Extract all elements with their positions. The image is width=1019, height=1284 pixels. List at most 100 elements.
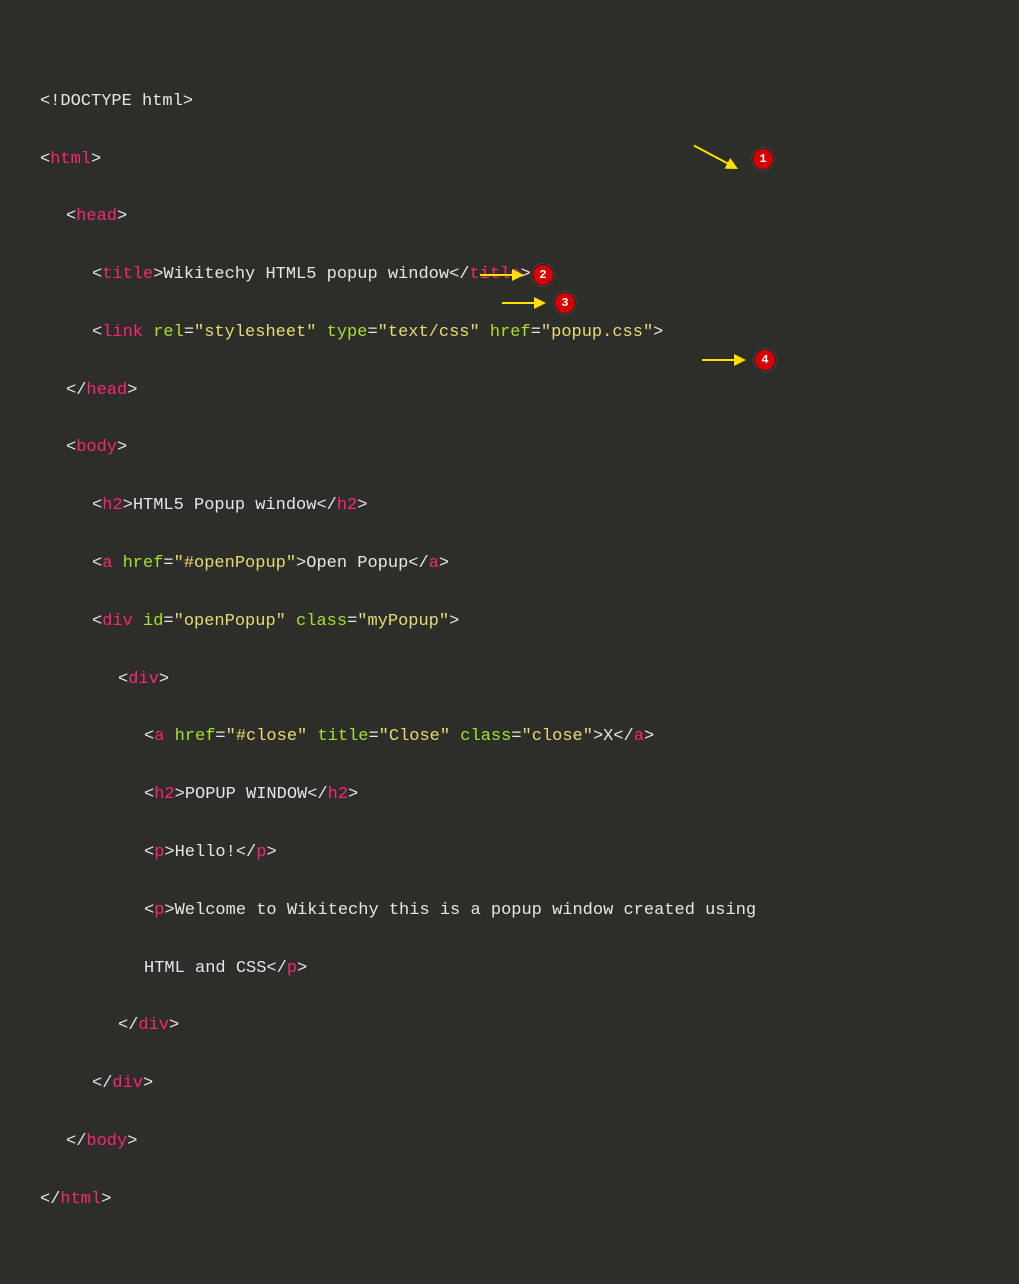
bracket: <: [40, 150, 50, 169]
bracket: >: [101, 1190, 111, 1209]
attr-name: href: [175, 727, 216, 746]
bracket: </: [236, 843, 256, 862]
tag-name: body: [76, 438, 117, 457]
annotation-badge: 3: [554, 292, 576, 314]
eq: =: [215, 727, 225, 746]
arrow-icon: [480, 274, 524, 276]
attr-name: class: [460, 727, 511, 746]
code-text: Hello!: [175, 843, 236, 862]
bracket: >: [449, 612, 459, 631]
code-text: Open Popup: [306, 554, 408, 573]
attr-val: "Close": [379, 727, 450, 746]
bracket: >: [175, 785, 185, 804]
bracket: >: [117, 207, 127, 226]
annotation-badge: 4: [754, 349, 776, 371]
annotation-1: 1: [690, 144, 774, 174]
space: [316, 323, 326, 342]
tag-name: a: [429, 554, 439, 573]
bracket: >: [644, 727, 654, 746]
tag-name: p: [154, 901, 164, 920]
tag-name: head: [76, 207, 117, 226]
eq: =: [367, 323, 377, 342]
code-text: HTML and CSS: [144, 959, 266, 978]
tag-name: html: [50, 150, 91, 169]
arrow-icon: [686, 134, 744, 184]
attr-name: title: [317, 727, 368, 746]
eq: =: [347, 612, 357, 631]
code-text: Wikitechy HTML5 popup window: [163, 265, 449, 284]
arrow-icon: [702, 359, 746, 361]
tag-name: div: [102, 612, 133, 631]
bracket: >: [297, 959, 307, 978]
attr-val: "popup.css": [541, 323, 653, 342]
space: [143, 323, 153, 342]
bracket: >: [153, 265, 163, 284]
eq: =: [511, 727, 521, 746]
attr-name: href: [490, 323, 531, 342]
attr-name: href: [123, 554, 164, 573]
code-text: Welcome to Wikitechy this is a popup win…: [175, 901, 757, 920]
tag-name: div: [128, 670, 159, 689]
annotation-badge: 1: [752, 148, 774, 170]
bracket: </: [266, 959, 286, 978]
annotation-badge: 2: [532, 264, 554, 286]
bracket: >: [127, 381, 137, 400]
bracket: <: [118, 670, 128, 689]
bracket: </: [66, 1132, 86, 1151]
tag-name: html: [60, 1190, 101, 1209]
attr-val: "close": [522, 727, 593, 746]
bracket: <: [66, 207, 76, 226]
bracket: >: [91, 150, 101, 169]
tag-name: div: [138, 1016, 169, 1035]
bracket: </: [316, 496, 336, 515]
bracket: >: [653, 323, 663, 342]
bracket: <: [92, 323, 102, 342]
code-text: POPUP WINDOW: [185, 785, 307, 804]
annotation-4: 4: [702, 349, 776, 371]
attr-val: "stylesheet": [194, 323, 316, 342]
annotation-3: 3: [502, 292, 576, 314]
attr-val: "openPopup": [174, 612, 286, 631]
eq: =: [368, 727, 378, 746]
bracket: </: [40, 1190, 60, 1209]
arrow-icon: [502, 302, 546, 304]
tag-name: head: [86, 381, 127, 400]
bracket: >: [439, 554, 449, 573]
bracket: <: [92, 265, 102, 284]
tag-name: a: [102, 554, 112, 573]
bracket: </: [613, 727, 633, 746]
tag-name: h2: [328, 785, 348, 804]
annotation-2: 2: [480, 264, 554, 286]
attr-val: "text/css": [378, 323, 480, 342]
bracket: >: [266, 843, 276, 862]
tag-name: h2: [102, 496, 122, 515]
attr-name: type: [327, 323, 368, 342]
tag-name: a: [634, 727, 644, 746]
bracket: >: [117, 438, 127, 457]
bracket: >: [169, 1016, 179, 1035]
space: [307, 727, 317, 746]
bracket: >: [164, 843, 174, 862]
code-text: <!DOCTYPE html>: [40, 92, 193, 111]
code-block: <!DOCTYPE html> <html> <head> <title>Wik…: [0, 0, 1019, 1284]
bracket: <: [92, 496, 102, 515]
space: [112, 554, 122, 573]
tag-name: link: [102, 323, 143, 342]
bracket: >: [357, 496, 367, 515]
space: [286, 612, 296, 631]
bracket: >: [159, 670, 169, 689]
eq: =: [184, 323, 194, 342]
attr-name: rel: [153, 323, 184, 342]
bracket: <: [144, 785, 154, 804]
tag-name: p: [256, 843, 266, 862]
bracket: <: [92, 612, 102, 631]
bracket: <: [92, 554, 102, 573]
tag-name: h2: [337, 496, 357, 515]
bracket: <: [144, 843, 154, 862]
attr-val: "#close": [226, 727, 308, 746]
tag-name: p: [287, 959, 297, 978]
tag-name: h2: [154, 785, 174, 804]
bracket: >: [593, 727, 603, 746]
tag-name: div: [112, 1074, 143, 1093]
space: [164, 727, 174, 746]
